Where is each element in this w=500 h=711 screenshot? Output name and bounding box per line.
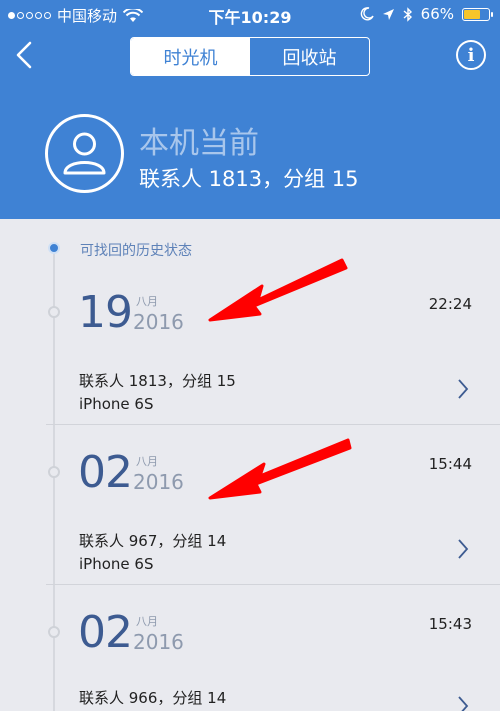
- bluetooth-icon: [403, 6, 412, 22]
- entry-device: iPhone 6S: [79, 395, 154, 413]
- tab-time-machine[interactable]: 时光机: [131, 38, 250, 75]
- device-title: 本机当前: [139, 126, 259, 161]
- status-bar-right: 66%: [360, 5, 493, 23]
- entry-time: 15:44: [428, 455, 472, 473]
- moon-icon: [360, 7, 374, 21]
- entry-year: 2016: [133, 630, 184, 654]
- entry-month: 八月: [136, 615, 158, 628]
- entry-device: iPhone 6S: [79, 555, 154, 573]
- entry-month: 八月: [136, 295, 158, 308]
- info-icon: i: [467, 44, 475, 66]
- history-section-label: 可找回的历史状态: [80, 243, 192, 259]
- back-button[interactable]: [12, 40, 38, 70]
- entry-day: 02: [78, 447, 133, 498]
- segmented-control: 时光机 回收站: [130, 37, 370, 76]
- entry-day: 02: [78, 607, 133, 658]
- chevron-right-icon: [458, 539, 469, 559]
- battery-percent: 66%: [420, 5, 454, 23]
- battery-icon: [462, 7, 493, 21]
- entry-summary: 联系人 967，分组 14: [79, 532, 227, 550]
- battery-fill: [464, 9, 480, 19]
- timeline-dot: [48, 306, 60, 318]
- history-entry[interactable]: 02 八月 2016 15:43 联系人 966，分组 14: [0, 585, 500, 711]
- entry-summary: 联系人 966，分组 14: [79, 689, 227, 707]
- timeline-current-dot: [48, 242, 60, 254]
- tab-recycle-bin[interactable]: 回收站: [250, 38, 369, 75]
- entry-year: 2016: [133, 310, 184, 334]
- avatar: [45, 114, 124, 193]
- timeline-dot: [48, 466, 60, 478]
- entry-day: 19: [78, 287, 133, 338]
- chevron-right-icon: [458, 379, 469, 399]
- status-bar: 中国移动 下午10:29 66%: [0, 0, 500, 28]
- entry-month: 八月: [136, 455, 158, 468]
- entry-time: 22:24: [428, 295, 472, 313]
- info-button[interactable]: i: [456, 40, 486, 70]
- header: 中国移动 下午10:29 66% 时光机 回收站 i 本机当前 联系人 1813…: [0, 0, 500, 219]
- entry-year: 2016: [133, 470, 184, 494]
- entry-summary: 联系人 1813，分组 15: [79, 372, 236, 390]
- entry-time: 15:43: [428, 615, 472, 633]
- device-summary: 联系人 1813，分组 15: [139, 167, 359, 191]
- timeline-dot: [48, 626, 60, 638]
- location-arrow-icon: [382, 8, 394, 20]
- annotation-arrow-icon: [208, 438, 352, 500]
- chevron-right-icon: [458, 696, 469, 711]
- person-avatar-icon: [63, 132, 106, 175]
- annotation-arrow-icon: [208, 258, 348, 322]
